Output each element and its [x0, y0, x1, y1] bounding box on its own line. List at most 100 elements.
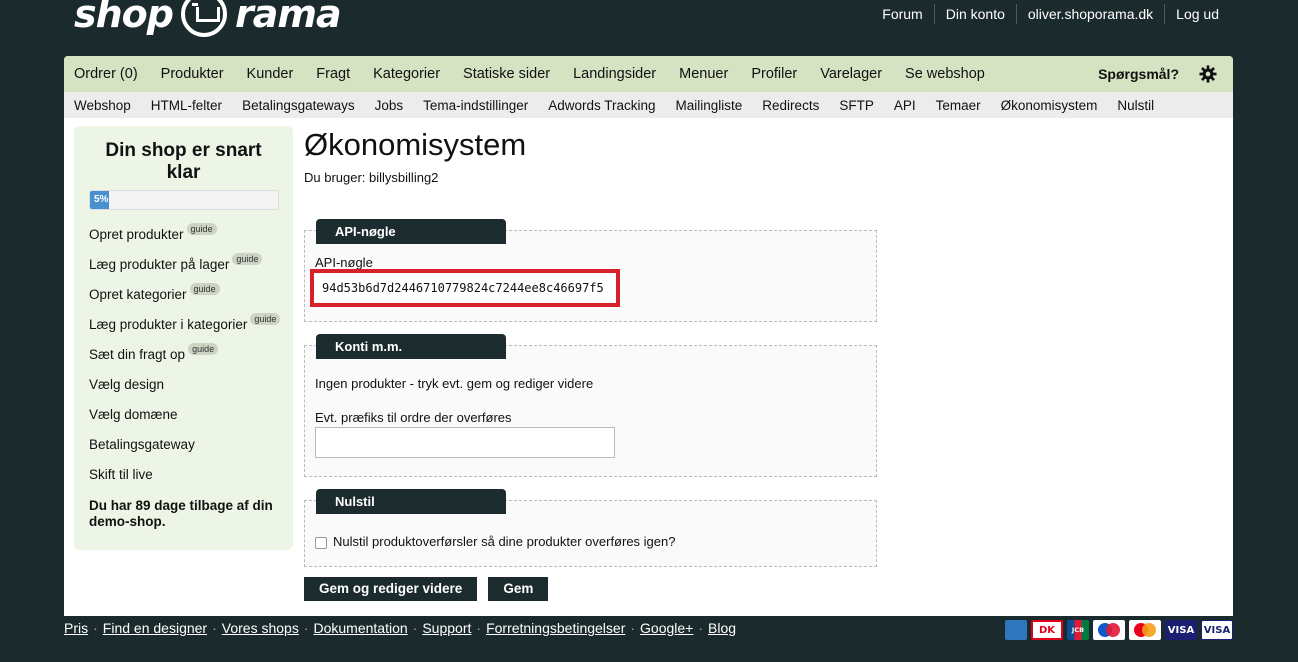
checklist-item[interactable]: Vælg design [89, 370, 278, 400]
footer-separator: · [303, 620, 309, 636]
footer-link-terms[interactable]: Forretningsbetingelser [486, 620, 625, 636]
checklist-item-label: Opret produkter [89, 227, 184, 242]
form-buttons: Gem og rediger videre Gem [304, 577, 879, 601]
subnav-themes[interactable]: Temaer [936, 98, 1001, 113]
primary-nav: Ordrer (0) Produkter Kunder Fragt Katego… [64, 56, 1233, 92]
toplink-logout[interactable]: Log ud [1164, 4, 1230, 24]
demo-days-remaining: Du har 89 dage tilbage af din demo-shop. [89, 498, 273, 529]
accounts-info: Ingen produkter - tryk evt. gem og redig… [315, 376, 594, 391]
footer-link-googleplus[interactable]: Google+ [640, 620, 693, 636]
subnav-mailing-list[interactable]: Mailingliste [676, 98, 763, 113]
checklist-item-label: Vælg design [89, 377, 165, 392]
checklist-item-label: Sæt din fragt op [89, 347, 186, 362]
checklist-item[interactable]: Vælg domæne [89, 400, 278, 430]
guide-badge[interactable]: guide [188, 343, 219, 355]
payment-card-logos: DK JCB VISA VISA [1005, 620, 1233, 640]
gear-icon[interactable] [1199, 65, 1217, 83]
toplink-domain[interactable]: oliver.shoporama.dk [1015, 4, 1164, 24]
checklist-item[interactable]: Skift til live [89, 460, 278, 490]
checklist-item-label: Læg produkter på lager [89, 257, 230, 272]
api-key-label: API-nøgle [315, 255, 373, 270]
guide-badge[interactable]: guide [232, 253, 263, 265]
nav-customers[interactable]: Kunder [247, 66, 317, 82]
main-content: Økonomisystem Du bruger: billysbilling2 … [304, 126, 879, 601]
footer-link-blog[interactable]: Blog [708, 620, 736, 636]
subnav-redirects[interactable]: Redirects [762, 98, 839, 113]
current-integration: Du bruger: billysbilling2 [304, 170, 439, 185]
checklist-item-label: Vælg domæne [89, 407, 178, 422]
checklist-item-label: Betalingsgateway [89, 437, 195, 452]
footer-separator: · [93, 620, 98, 636]
footer-link-documentation[interactable]: Dokumentation [314, 620, 408, 636]
checklist-item[interactable]: Sæt din fragt op guide [89, 340, 278, 370]
checklist-item[interactable]: Læg produkter på lager guide [89, 250, 278, 280]
footer-separator: · [476, 620, 482, 636]
api-key-legend: API-nøgle [316, 219, 506, 244]
subnav-webshop[interactable]: Webshop [74, 98, 151, 113]
subnav-html-fields[interactable]: HTML-felter [151, 98, 242, 113]
reset-checkbox-row[interactable]: Nulstil produktoverførsler så dine produ… [315, 534, 675, 549]
subnav-jobs[interactable]: Jobs [375, 98, 424, 113]
checklist-item[interactable]: Læg produkter i kategorier guide [89, 310, 281, 340]
main-container: Ordrer (0) Produkter Kunder Fragt Katego… [64, 56, 1233, 616]
nav-landing-pages[interactable]: Landingsider [573, 66, 679, 82]
footer-link-support[interactable]: Support [422, 620, 471, 636]
toplink-account[interactable]: Din konto [933, 4, 1016, 24]
subnav-api[interactable]: API [894, 98, 936, 113]
prefix-label: Evt. præfiks til ordre der overføres [315, 410, 512, 425]
logo-text-rama: rama [234, 0, 342, 36]
checklist-item-label: Skift til live [89, 467, 153, 482]
subnav-sftp[interactable]: SFTP [839, 98, 894, 113]
reset-legend: Nulstil [316, 489, 506, 514]
nav-products[interactable]: Produkter [161, 66, 247, 82]
footer-separator: · [630, 620, 636, 636]
subnav-reset[interactable]: Nulstil [1117, 98, 1174, 113]
checklist-item[interactable]: Opret kategorier guide [89, 280, 278, 310]
nav-menus[interactable]: Menuer [679, 66, 751, 82]
nav-shipping[interactable]: Fragt [316, 66, 373, 82]
footer-links: Pris · Find en designer · Vores shops · Dok… [64, 620, 736, 636]
footer-link-our-shops[interactable]: Vores shops [222, 620, 299, 636]
progress-fill: 5% [90, 191, 109, 209]
order-prefix-input[interactable] [315, 427, 615, 458]
save-and-continue-button[interactable]: Gem og rediger videre [304, 577, 478, 601]
footer-separator: · [212, 620, 217, 636]
cart-icon [180, 0, 227, 37]
nav-profiles[interactable]: Profiler [751, 66, 820, 82]
subnav-payment-gateways[interactable]: Betalingsgateways [242, 98, 375, 113]
nav-static-pages[interactable]: Statiske sider [463, 66, 573, 82]
maestro-card-icon [1093, 620, 1125, 640]
checklist-item[interactable]: Opret produkter guide [89, 220, 278, 250]
reset-checkbox[interactable] [315, 536, 327, 549]
nav-view-webshop[interactable]: Se webshop [905, 66, 1008, 82]
subnav-adwords-tracking[interactable]: Adwords Tracking [548, 98, 675, 113]
footer-link-find-designer[interactable]: Find en designer [103, 620, 207, 636]
progress-bar: 5% [89, 190, 279, 210]
guide-badge[interactable]: guide [186, 223, 217, 235]
onboarding-sidebar: Din shop er snart klar 5% Opret produkte… [74, 126, 293, 550]
guide-badge[interactable]: guide [250, 313, 281, 325]
reset-checkbox-label: Nulstil produktoverførsler så dine produ… [333, 534, 676, 549]
nav-categories[interactable]: Kategorier [373, 66, 463, 82]
nav-inventory[interactable]: Varelager [820, 66, 905, 82]
dankort-card-icon: DK [1031, 620, 1063, 640]
mastercard-card-icon [1129, 620, 1161, 640]
visa-electron-card-icon: VISA [1165, 620, 1197, 640]
footer-link-pricing[interactable]: Pris [64, 620, 88, 636]
toplink-forum[interactable]: Forum [871, 4, 933, 24]
guide-badge[interactable]: guide [189, 283, 220, 295]
api-key-value[interactable]: 94d53b6d7d2446710779824c7244ee8c46697f5 [310, 269, 620, 307]
secondary-nav: Webshop HTML-felter Betalingsgateways Jo… [64, 92, 1233, 118]
checklist-item[interactable]: Betalingsgateway [89, 430, 278, 460]
shoporama-logo[interactable]: shop rama [74, 0, 342, 42]
subnav-accounting-system[interactable]: Økonomisystem [1001, 98, 1118, 113]
save-button[interactable]: Gem [488, 577, 549, 601]
footer-separator: · [698, 620, 704, 636]
subnav-theme-settings[interactable]: Tema-indstillinger [423, 98, 548, 113]
nav-orders[interactable]: Ordrer (0) [74, 66, 161, 82]
help-link[interactable]: Spørgsmål? [1098, 66, 1179, 82]
reset-section: Nulstil Nulstil produktoverførsler så di… [304, 489, 877, 567]
logo-text-shop: shop [74, 0, 174, 36]
footer-separator: · [412, 620, 418, 636]
api-key-section: API-nøgle API-nøgle 94d53b6d7d2446710779… [304, 219, 877, 322]
